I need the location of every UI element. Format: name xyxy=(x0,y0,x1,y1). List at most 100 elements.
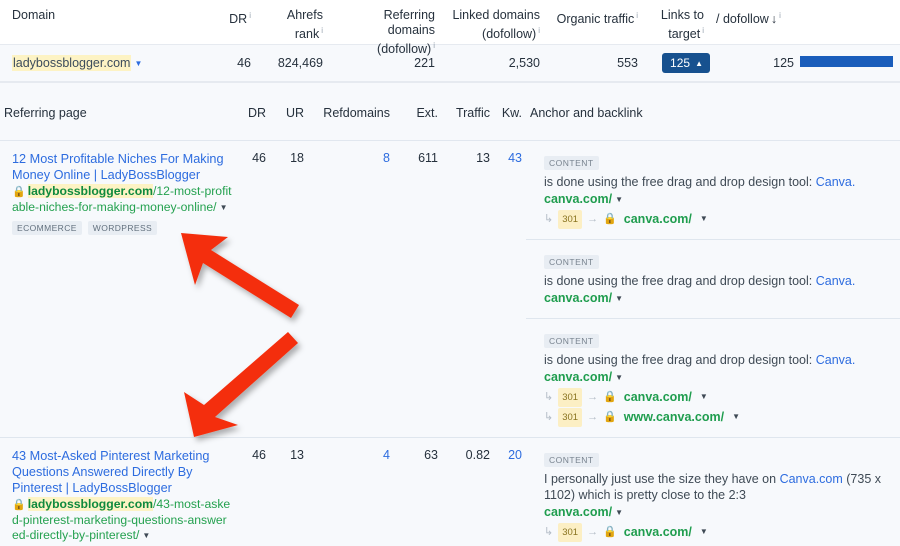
domain-link[interactable]: ladybossblogger.com xyxy=(12,55,132,71)
links-to-target-badge[interactable]: 125 ▲ xyxy=(662,53,710,73)
page-ur-value: 13 xyxy=(290,448,304,462)
anchor-text-before: is done using the free drag and drop des… xyxy=(544,274,816,288)
backlink-target-url[interactable]: canva.com/▼ xyxy=(544,369,888,387)
column-header-organic-traffic[interactable]: Organic traffic i xyxy=(546,8,644,27)
chevron-down-icon[interactable]: ▼ xyxy=(220,200,228,215)
referring-page-title-link[interactable]: 12 Most Profitable Niches For Making Mon… xyxy=(12,151,232,183)
redirect-target-url[interactable]: www.canva.com/ xyxy=(624,409,724,426)
page-kw-value[interactable]: 20 xyxy=(494,448,526,546)
domain-linked-domains-value: 2,530 xyxy=(508,56,540,70)
arrow-right-icon: → xyxy=(587,526,599,538)
anchor-link[interactable]: Canva. xyxy=(816,274,856,288)
redirect-target-url[interactable]: canva.com/ xyxy=(624,389,692,406)
domain-table-header: Domain DR i Ahrefs rank i Referring domain… xyxy=(0,0,900,56)
links-to-target-count: 125 xyxy=(670,56,691,70)
anchor-backlink-column: CONTENT I personally just use the size t… xyxy=(526,438,900,546)
backlink-entry: CONTENT is done using the free drag and … xyxy=(526,141,900,239)
triangle-up-icon: ▲ xyxy=(695,58,703,68)
info-icon[interactable]: i xyxy=(321,26,323,35)
chevron-down-icon[interactable]: ▼ xyxy=(615,191,623,208)
column-header-page-ext[interactable]: Ext. xyxy=(394,106,442,120)
column-header-ahrefs-rank-line2: rank xyxy=(294,27,320,42)
column-header-linked-domains[interactable]: Linked domains (dofollow) i xyxy=(441,8,546,42)
column-header-organic-traffic-label: Organic traffic xyxy=(556,12,635,27)
redirect-status-code: 301 xyxy=(558,210,583,229)
backlink-entry: CONTENT I personally just use the size t… xyxy=(526,438,900,546)
column-header-page-ur[interactable]: UR xyxy=(270,106,308,120)
column-header-referring-domains-line2: (dofollow) xyxy=(377,42,432,57)
chevron-down-icon[interactable]: ▼ xyxy=(142,528,150,543)
redirect-target-url[interactable]: canva.com/ xyxy=(624,524,692,541)
column-header-dofollow-label: / dofollow xyxy=(716,12,769,27)
redirect-target-url[interactable]: canva.com/ xyxy=(624,211,692,228)
column-header-linked-domains-line1: Linked domains xyxy=(452,8,540,22)
column-header-page-refdomains[interactable]: Refdomains xyxy=(308,106,394,120)
domain-referring-domains-value: 221 xyxy=(414,56,435,70)
table-row: 12 Most Profitable Niches For Making Mon… xyxy=(0,141,900,437)
info-icon[interactable]: i xyxy=(249,11,251,20)
column-header-page-dr[interactable]: DR xyxy=(238,106,270,120)
info-icon[interactable]: i xyxy=(538,26,540,35)
column-header-page-kw[interactable]: Kw. xyxy=(494,106,526,120)
lock-icon: 🔒 xyxy=(12,499,26,511)
backlink-anchor-text: I personally just use the size they have… xyxy=(544,471,888,503)
column-header-dofollow[interactable]: / dofollow ↓ i xyxy=(710,8,800,27)
column-header-dr-label: DR xyxy=(229,12,248,27)
chevron-down-icon[interactable]: ▼ xyxy=(134,59,142,68)
column-header-links-to-target-line1: Links to xyxy=(660,8,704,22)
anchor-link[interactable]: Canva. xyxy=(816,353,856,367)
domain-summary-row[interactable]: ladybossblogger.com ▼ 46 824,469 221 2,53… xyxy=(0,45,900,83)
domain-dofollow-bar-cell xyxy=(800,56,900,70)
backlink-target-url[interactable]: canva.com/▼ xyxy=(544,504,888,522)
anchor-link[interactable]: Canva. xyxy=(816,175,856,189)
backlink-anchor-text: is done using the free drag and drop des… xyxy=(544,352,888,368)
column-header-referring-domains[interactable]: Referring domains (dofollow) i xyxy=(329,8,441,57)
ahrefs-backlinks-report: Domain DR i Ahrefs rank i Referring domain… xyxy=(0,0,900,546)
domain-dofollow-value: 125 xyxy=(773,56,794,70)
page-refdomains-value[interactable]: 4 xyxy=(308,448,394,546)
anchor-text-before: I personally just use the size they have… xyxy=(544,472,780,486)
chevron-down-icon[interactable]: ▼ xyxy=(615,369,623,386)
chevron-down-icon[interactable]: ▼ xyxy=(700,388,708,405)
info-icon[interactable]: i xyxy=(636,11,638,20)
column-header-dr[interactable]: DR i xyxy=(205,8,257,27)
chevron-down-icon[interactable]: ▼ xyxy=(615,290,623,307)
page-kw-value[interactable]: 43 xyxy=(494,151,526,437)
referring-page-cell: 12 Most Profitable Niches For Making Mon… xyxy=(0,151,238,437)
referring-page-table-header: Referring page DR UR Refdomains Ext. Tra… xyxy=(0,83,900,141)
chevron-down-icon[interactable]: ▼ xyxy=(615,504,623,521)
referring-page-tags: ECOMMERCE WORDPRESS xyxy=(12,221,232,235)
column-header-domain[interactable]: Domain xyxy=(0,8,205,23)
page-refdomains-value[interactable]: 8 xyxy=(308,151,394,437)
info-icon[interactable]: i xyxy=(433,41,435,50)
referring-page-title-link[interactable]: 43 Most-Asked Pinterest Marketing Questi… xyxy=(12,448,232,496)
chevron-down-icon[interactable]: ▼ xyxy=(732,408,740,425)
referring-page-url[interactable]: 🔒 ladybossblogger.com/43-most-asked-pinte… xyxy=(12,497,232,544)
info-icon[interactable]: i xyxy=(779,11,781,20)
sort-descending-icon[interactable]: ↓ xyxy=(771,12,777,26)
anchor-link[interactable]: Canva.com xyxy=(780,472,843,486)
referring-page-url-host: ladybossblogger.com xyxy=(27,184,153,198)
referring-page-url[interactable]: 🔒 ladybossblogger.com/12-most-profitable-… xyxy=(12,184,232,216)
column-header-page-traffic[interactable]: Traffic xyxy=(442,106,494,120)
dofollow-progress-bar xyxy=(800,56,893,67)
column-header-referring-page[interactable]: Referring page xyxy=(0,106,238,120)
arrow-right-icon: → xyxy=(587,213,599,225)
redirect-status-code: 301 xyxy=(558,408,583,427)
column-header-anchor-and-backlink[interactable]: Anchor and backlink xyxy=(526,106,900,120)
redirect-status-code: 301 xyxy=(558,523,583,542)
backlink-target-url[interactable]: canva.com/▼ xyxy=(544,191,888,209)
chevron-down-icon[interactable]: ▼ xyxy=(700,210,708,227)
info-icon[interactable]: i xyxy=(702,26,704,35)
column-header-links-to-target[interactable]: Links to target i xyxy=(644,8,710,42)
column-header-ahrefs-rank-line1: Ahrefs xyxy=(286,8,323,22)
redirect-hook-icon: ↳ xyxy=(544,213,554,225)
redirect-hop: ↳ 301 → 🔒 www.canva.com/ ▼ xyxy=(544,408,888,427)
column-header-referring-domains-line1: Referring domains xyxy=(383,8,435,37)
chevron-down-icon[interactable]: ▼ xyxy=(700,523,708,540)
backlink-target-url[interactable]: canva.com/▼ xyxy=(544,290,888,308)
referring-page-cell: 43 Most-Asked Pinterest Marketing Questi… xyxy=(0,448,238,546)
domain-dr-value: 46 xyxy=(237,56,251,70)
column-header-ahrefs-rank[interactable]: Ahrefs rank i xyxy=(257,8,329,42)
backlink-type-label: CONTENT xyxy=(544,453,599,467)
